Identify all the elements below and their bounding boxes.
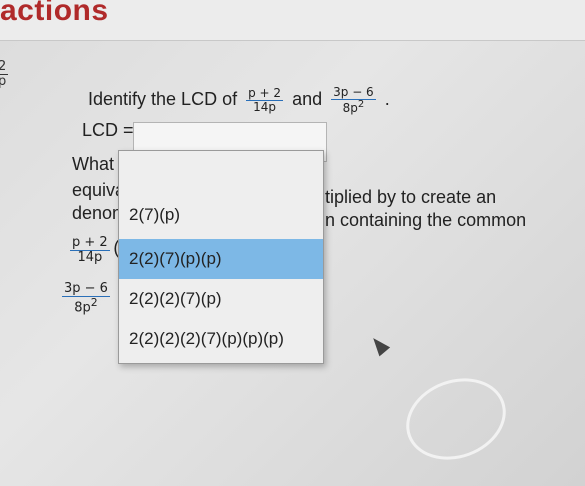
- para-line1-end: tiplied by to create an: [325, 187, 497, 207]
- mouse-cursor-icon: [367, 333, 391, 357]
- eq-fraction-1-numerator: p + 2: [70, 235, 110, 251]
- question-text: Identify the LCD of p + 2 14p and 3p − 6…: [88, 86, 390, 114]
- para-line1-start: What i: [72, 154, 124, 174]
- left-fraction-numerator: 2: [0, 60, 9, 75]
- equation-fraction-1: p + 2 14p (: [70, 236, 119, 264]
- fraction-1-numerator: p + 2: [246, 86, 284, 101]
- option-2-2-7-p-p[interactable]: 2(2)(7)(p)(p): [119, 239, 323, 279]
- fraction-1: p + 2 14p: [246, 86, 284, 114]
- fraction-2: 3p − 6 8p2: [331, 86, 376, 114]
- option-2-2-2-2-7-p-p-p[interactable]: 2(2)(2)(2)(7)(p)(p)(p): [119, 319, 323, 359]
- left-fraction: 2 p: [0, 60, 9, 89]
- option-2-7-p[interactable]: 2(7)(p): [119, 195, 323, 235]
- fraction-2-exponent: 2: [357, 98, 365, 110]
- eq-fraction-2-numerator: 3p − 6: [62, 281, 110, 297]
- lcd-label: LCD =: [82, 120, 134, 140]
- top-bar: actions: [0, 0, 585, 41]
- fraction-2-numerator: 3p − 6: [331, 85, 376, 100]
- eq-fraction-1-denominator: 14p: [77, 249, 103, 265]
- question-end: .: [384, 88, 390, 109]
- para-line3-end: n containing the common: [325, 210, 527, 230]
- section-title: actions: [0, 0, 109, 27]
- fraction-1-denominator: 14p: [253, 99, 277, 114]
- option-2-2-2-7-p[interactable]: 2(2)(2)(7)(p): [119, 279, 323, 319]
- eq-fraction-2-exponent: 2: [90, 295, 98, 309]
- left-fraction-denominator: p: [0, 73, 7, 89]
- question-prefix: Identify the LCD of: [88, 88, 238, 109]
- eq-fraction-2-denominator: 8p2: [74, 295, 98, 315]
- scribble-mark: [394, 364, 518, 474]
- question-conjunction: and: [292, 88, 323, 109]
- lcd-options-menu[interactable]: 2(7)(p) 2(2)(7)(p)(p) 2(2)(2)(7)(p) 2(2)…: [118, 150, 324, 364]
- equation-fraction-2: 3p − 6 8p2: [62, 282, 110, 315]
- fraction-2-denominator: 8p2: [342, 98, 365, 115]
